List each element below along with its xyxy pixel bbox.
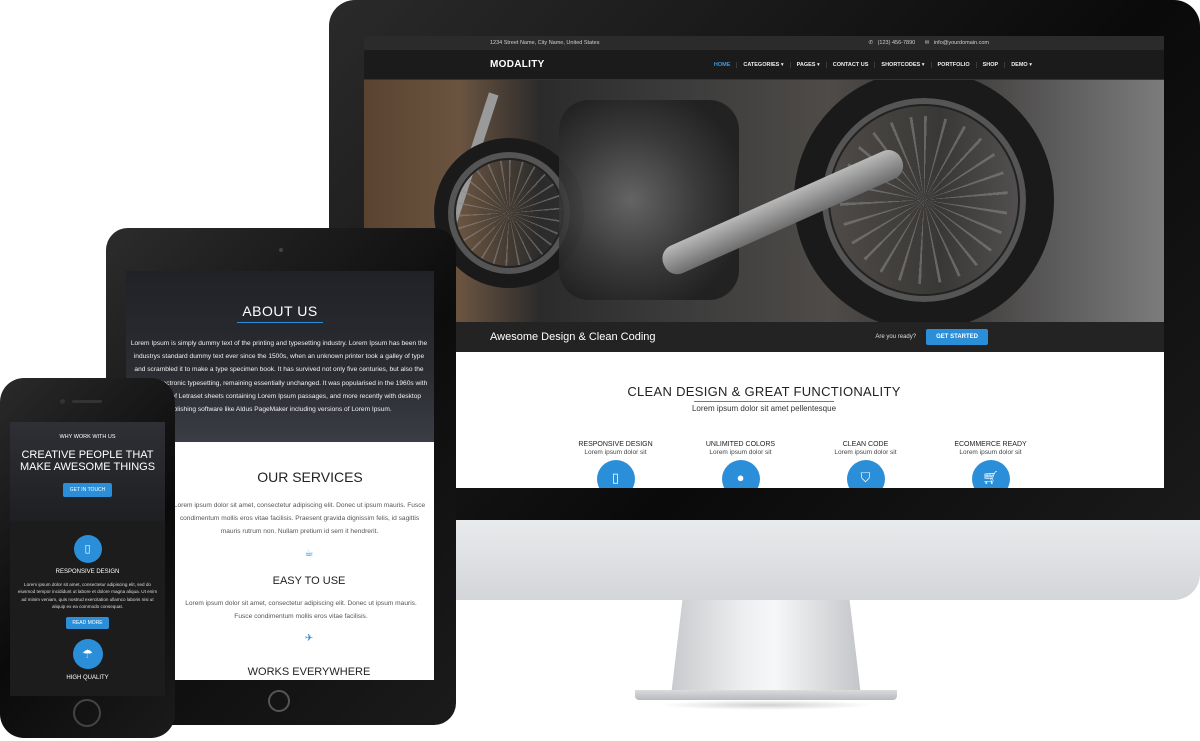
cta-question: Are you ready? bbox=[875, 334, 917, 340]
mail-icon: ✉ bbox=[924, 40, 930, 46]
phone-feature-title-2: HIGH QUALITY bbox=[66, 674, 109, 681]
ipad-home-button bbox=[268, 690, 290, 712]
iphone-camera bbox=[60, 399, 65, 404]
feature-responsive: RESPONSIVE DESIGN Lorem ipsum dolor sit … bbox=[553, 441, 678, 488]
iphone-speaker bbox=[72, 400, 102, 403]
about-title: ABOUT US bbox=[242, 303, 318, 319]
email-link[interactable]: info@yourdomain.com bbox=[934, 40, 989, 46]
imac-foot bbox=[635, 690, 897, 700]
phone-screen: WHY WORK WITH US CREATIVE PEOPLE THAT MA… bbox=[10, 422, 165, 696]
easy-title: EASY TO USE bbox=[272, 575, 346, 587]
droplet-icon[interactable]: ● bbox=[721, 460, 760, 488]
imac-stand bbox=[671, 600, 861, 696]
features-section: CLEAN DESIGN & GREAT FUNCTIONALITY Lorem… bbox=[364, 352, 1164, 488]
feature-name: UNLIMITED COLORS bbox=[705, 441, 776, 448]
ipad-camera bbox=[279, 248, 283, 252]
features-subtitle: Lorem ipsum dolor sit amet pellentesque bbox=[691, 404, 837, 413]
phone-headline: CREATIVE PEOPLE THAT MAKE AWESOME THINGS bbox=[19, 449, 156, 473]
features-title: CLEAN DESIGN & GREAT FUNCTIONALITY bbox=[627, 384, 901, 399]
phone-icon: ✆ bbox=[868, 40, 874, 46]
phone-hero: WHY WORK WITH US CREATIVE PEOPLE THAT MA… bbox=[10, 422, 165, 521]
paper-plane-icon: ✈ bbox=[304, 633, 314, 644]
hero-rear-spokes bbox=[840, 116, 1008, 284]
why-text: WHY WORK WITH US bbox=[59, 434, 116, 440]
site-logo[interactable]: MODALITY bbox=[490, 59, 545, 70]
nav-categories[interactable]: CATEGORIES ▾ bbox=[736, 61, 789, 68]
desktop-screen: 1234 Street Name, City Name, United Stat… bbox=[364, 36, 1164, 488]
tablet-icon[interactable]: ▯ bbox=[596, 460, 635, 488]
nav-portfolio[interactable]: PORTFOLIO bbox=[930, 61, 976, 68]
nav-home[interactable]: HOME bbox=[708, 62, 737, 68]
get-started-button[interactable]: GET STARTED bbox=[926, 329, 988, 345]
feature-desc: Lorem ipsum dolor sit bbox=[959, 449, 1022, 456]
nav-shortcodes[interactable]: SHORTCODES ▾ bbox=[874, 61, 930, 68]
get-in-touch-button[interactable]: GET IN TOUCH bbox=[62, 483, 113, 497]
phone-text[interactable]: (123) 456-7890 bbox=[878, 40, 916, 46]
umbrella-icon: ☂ bbox=[72, 638, 103, 669]
contact-info: ✆ (123) 456-7890 ✉ info@yourdomain.com bbox=[860, 36, 989, 50]
works-title: WORKS EVERYWHERE bbox=[247, 666, 371, 678]
read-more-button[interactable]: READ MORE bbox=[66, 616, 109, 629]
coffee-icon: ☕︎ bbox=[304, 548, 314, 559]
feature-desc: Lorem ipsum dolor sit bbox=[834, 449, 897, 456]
main-navbar: MODALITY HOME CATEGORIES ▾ PAGES ▾ CONTA… bbox=[364, 50, 1164, 80]
cart-icon[interactable]: 🛒︎ bbox=[971, 460, 1010, 488]
address-text: 1234 Street Name, City Name, United Stat… bbox=[490, 40, 600, 46]
hero-front-spokes bbox=[456, 160, 562, 266]
nav-demo[interactable]: DEMO ▾ bbox=[1004, 61, 1038, 68]
services-title: OUR SERVICES bbox=[257, 469, 363, 485]
feature-desc: Lorem ipsum dolor sit bbox=[709, 449, 772, 456]
feature-ecommerce: ECOMMERCE READY Lorem ipsum dolor sit 🛒︎ bbox=[928, 441, 1053, 488]
features-underline bbox=[694, 401, 834, 402]
cta-bar: Awesome Design & Clean Coding Are you re… bbox=[364, 322, 1164, 352]
phone-feature-text: Lorem ipsum dolor sit amet, consectetur … bbox=[17, 582, 158, 610]
imac-shadow bbox=[659, 700, 875, 710]
feature-name: RESPONSIVE DESIGN bbox=[578, 441, 653, 448]
cta-title: Awesome Design & Clean Coding bbox=[490, 331, 656, 343]
feature-colors: UNLIMITED COLORS Lorem ipsum dolor sit ● bbox=[678, 441, 803, 488]
hero-motorcycle-image bbox=[364, 80, 1164, 322]
main-nav: HOME CATEGORIES ▾ PAGES ▾ CONTACT US SHO… bbox=[708, 61, 1038, 68]
nav-shop[interactable]: SHOP bbox=[975, 61, 1005, 68]
feature-name: CLEAN CODE bbox=[842, 441, 889, 448]
nav-contact[interactable]: CONTACT US bbox=[825, 61, 875, 68]
html5-icon[interactable]: ⛉ bbox=[846, 460, 885, 488]
feature-code: CLEAN CODE Lorem ipsum dolor sit ⛉ bbox=[803, 441, 928, 488]
imac-chin bbox=[329, 520, 1200, 600]
iphone-mockup: WHY WORK WITH US CREATIVE PEOPLE THAT MA… bbox=[0, 378, 175, 738]
features-row: RESPONSIVE DESIGN Lorem ipsum dolor sit … bbox=[442, 441, 1164, 488]
top-info-bar: 1234 Street Name, City Name, United Stat… bbox=[364, 36, 1164, 50]
tablet-icon: ▯ bbox=[73, 535, 102, 563]
imac-mockup: 1234 Street Name, City Name, United Stat… bbox=[329, 0, 1200, 741]
hero-engine bbox=[559, 100, 739, 300]
iphone-home-button bbox=[73, 699, 101, 727]
feature-name: ECOMMERCE READY bbox=[954, 441, 1027, 448]
feature-desc: Lorem ipsum dolor sit bbox=[584, 449, 647, 456]
cta-right: Are you ready? GET STARTED bbox=[875, 329, 988, 345]
nav-pages[interactable]: PAGES ▾ bbox=[789, 61, 826, 68]
